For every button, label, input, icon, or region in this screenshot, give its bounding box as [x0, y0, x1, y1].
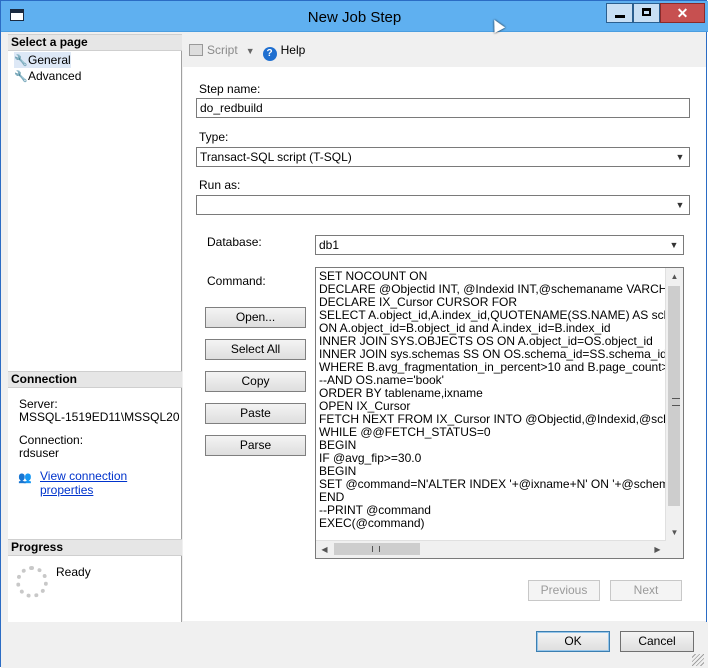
left-panel: Select a page 🔧General 🔧Advanced Connect…: [8, 34, 182, 622]
script-icon: [189, 44, 203, 56]
database-select-value: db1: [319, 238, 340, 252]
window-title: New Job Step: [307, 9, 402, 26]
grip-icon: [672, 398, 680, 406]
scrollbar-corner: [666, 541, 683, 558]
resize-grip-icon[interactable]: [692, 654, 704, 666]
run-as-label: Run as:: [199, 178, 241, 192]
script-dropdown-icon[interactable]: ▼: [246, 46, 255, 56]
script-button[interactable]: Script: [207, 43, 238, 57]
previous-button[interactable]: Previous: [528, 580, 600, 601]
command-textarea[interactable]: SET NOCOUNT ON DECLARE @Objectid INT, @I…: [315, 267, 684, 559]
minimize-icon: [615, 15, 625, 18]
close-icon: ✕: [676, 5, 689, 21]
connection-value: rdsuser: [19, 446, 60, 460]
wrench-icon: 🔧: [14, 71, 28, 83]
database-label: Database:: [207, 235, 262, 249]
chevron-down-icon: ▼: [675, 200, 685, 210]
copy-button[interactable]: Copy: [205, 371, 306, 392]
progress-status: Ready: [56, 565, 91, 579]
scroll-right-icon[interactable]: ▶: [649, 541, 666, 558]
command-text[interactable]: SET NOCOUNT ON DECLARE @Objectid INT, @I…: [319, 270, 667, 542]
type-select[interactable]: Transact-SQL script (T-SQL) ▼: [196, 147, 690, 167]
page-item-label: General: [28, 53, 71, 67]
progress-header: Progress: [8, 539, 182, 556]
help-button[interactable]: Help: [281, 43, 306, 57]
run-as-select[interactable]: ▼: [196, 195, 690, 215]
progress-spinner-icon: [16, 566, 48, 598]
title-bar[interactable]: New Job Step ✕: [1, 1, 708, 32]
type-label: Type:: [199, 130, 229, 144]
new-job-step-window: New Job Step ✕ Select a page 🔧General 🔧A…: [0, 0, 708, 668]
server-label: Server:: [19, 397, 58, 411]
chevron-down-icon: ▼: [669, 240, 679, 250]
ok-button[interactable]: OK: [536, 631, 610, 652]
open-button[interactable]: Open...: [205, 307, 306, 328]
scroll-down-icon[interactable]: ▼: [666, 524, 683, 541]
next-button[interactable]: Next: [610, 580, 682, 601]
type-select-value: Transact-SQL script (T-SQL): [200, 150, 352, 164]
server-value: MSSQL-1519ED11\MSSQL2016S: [19, 410, 179, 424]
vertical-scroll-thumb[interactable]: [668, 286, 680, 506]
scroll-left-icon[interactable]: ◀: [316, 541, 333, 558]
step-name-input[interactable]: do_redbuild: [196, 98, 690, 118]
grip-icon: [372, 546, 380, 552]
help-icon: ?: [262, 47, 277, 61]
step-name-label: Step name:: [199, 82, 261, 96]
close-button[interactable]: ✕: [660, 3, 705, 23]
minimize-button[interactable]: [606, 3, 633, 23]
horizontal-scroll-thumb[interactable]: [334, 543, 420, 555]
page-item-general[interactable]: 🔧General: [14, 52, 71, 68]
database-select[interactable]: db1 ▼: [315, 235, 684, 255]
connection-label: Connection:: [19, 433, 84, 447]
toolbar: Script ▼? Help: [189, 41, 306, 61]
connection-properties-icon: 👥: [18, 472, 32, 484]
select-page-header: Select a page: [8, 34, 182, 51]
chevron-down-icon: ▼: [675, 152, 685, 162]
vertical-scrollbar[interactable]: ▲ ▼: [665, 268, 683, 541]
paste-button[interactable]: Paste: [205, 403, 306, 424]
select-all-button[interactable]: Select All: [205, 339, 306, 360]
parse-button[interactable]: Parse: [205, 435, 306, 456]
maximize-icon: [642, 8, 651, 16]
scroll-up-icon[interactable]: ▲: [666, 268, 683, 285]
horizontal-scrollbar[interactable]: ◀ ▶: [316, 540, 666, 558]
page-item-label: Advanced: [28, 69, 82, 83]
connection-header: Connection: [8, 371, 182, 388]
wrench-icon: 🔧: [14, 55, 28, 67]
cancel-button[interactable]: Cancel: [620, 631, 694, 652]
command-label: Command:: [207, 274, 266, 288]
maximize-button[interactable]: [633, 3, 660, 23]
page-item-advanced[interactable]: 🔧Advanced: [14, 68, 81, 84]
view-connection-properties-link[interactable]: View connection properties: [40, 469, 181, 497]
